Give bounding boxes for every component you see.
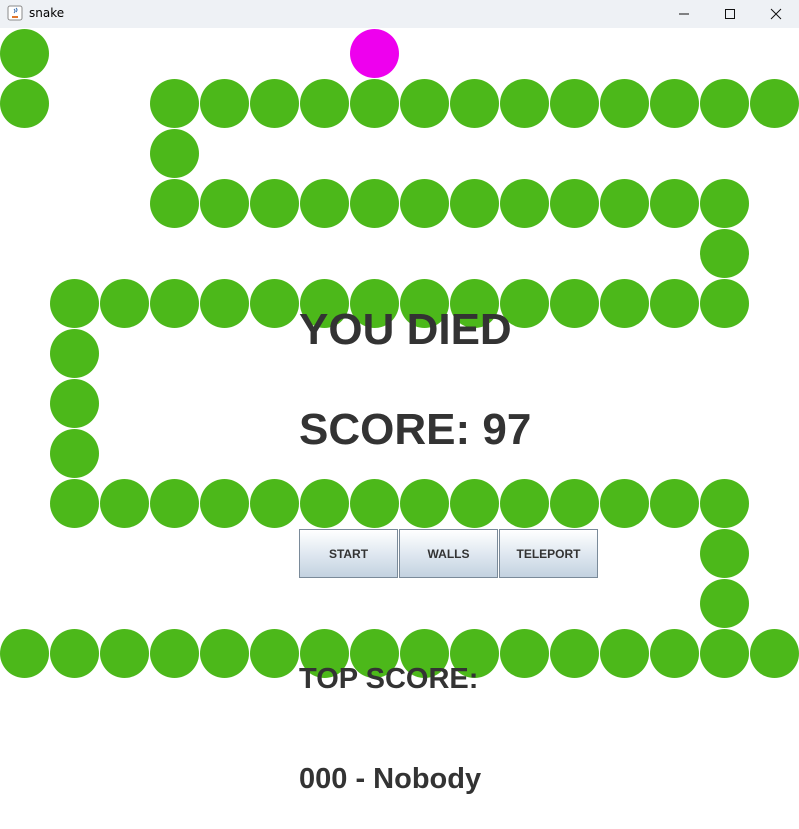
snake-segment	[700, 629, 749, 678]
snake-segment	[550, 279, 599, 328]
snake-segment	[250, 479, 299, 528]
food-pellet	[350, 29, 399, 78]
snake-segment	[750, 629, 799, 678]
snake-segment	[450, 179, 499, 228]
snake-segment	[0, 29, 49, 78]
snake-segment	[100, 479, 149, 528]
snake-segment	[450, 79, 499, 128]
snake-segment	[600, 479, 649, 528]
snake-segment	[350, 179, 399, 228]
snake-segment	[550, 179, 599, 228]
snake-segment	[600, 179, 649, 228]
snake-segment	[300, 179, 349, 228]
snake-segment	[700, 279, 749, 328]
snake-segment	[700, 179, 749, 228]
snake-segment	[50, 629, 99, 678]
close-icon	[770, 8, 782, 20]
snake-segment	[650, 179, 699, 228]
snake-segment	[200, 629, 249, 678]
snake-segment	[150, 279, 199, 328]
snake-segment	[150, 629, 199, 678]
game-over-message: YOU DIED	[299, 305, 512, 354]
snake-segment	[50, 479, 99, 528]
snake-segment	[650, 629, 699, 678]
snake-segment	[700, 79, 749, 128]
snake-segment	[50, 429, 99, 478]
snake-segment	[200, 479, 249, 528]
snake-segment	[0, 629, 49, 678]
snake-segment	[350, 479, 399, 528]
snake-segment	[500, 629, 549, 678]
snake-segment	[500, 479, 549, 528]
teleport-button[interactable]: TELEPORT	[499, 529, 598, 578]
snake-segment	[450, 479, 499, 528]
snake-segment	[250, 79, 299, 128]
snake-segment	[250, 279, 299, 328]
snake-segment	[700, 479, 749, 528]
snake-segment	[150, 79, 199, 128]
snake-segment	[350, 79, 399, 128]
snake-segment	[100, 279, 149, 328]
maximize-icon	[725, 9, 735, 19]
top-score-label: TOP SCORE:	[299, 663, 479, 695]
snake-segment	[250, 629, 299, 678]
snake-segment	[400, 479, 449, 528]
snake-segment	[550, 479, 599, 528]
window-title: snake	[29, 6, 65, 20]
snake-segment	[50, 379, 99, 428]
top-score-value: 000 - Nobody	[299, 763, 482, 795]
snake-segment	[700, 579, 749, 628]
snake-segment	[200, 79, 249, 128]
java-app-icon	[7, 5, 23, 21]
snake-segment	[600, 79, 649, 128]
snake-segment	[650, 479, 699, 528]
snake-segment	[400, 79, 449, 128]
maximize-button[interactable]	[707, 0, 753, 28]
minimize-button[interactable]	[661, 0, 707, 28]
walls-button[interactable]: WALLS	[399, 529, 498, 578]
snake-segment	[600, 279, 649, 328]
snake-segment	[500, 79, 549, 128]
snake-segment	[400, 179, 449, 228]
snake-segment	[700, 529, 749, 578]
snake-segment	[50, 329, 99, 378]
snake-segment	[150, 479, 199, 528]
snake-segment	[700, 229, 749, 278]
snake-segment	[100, 629, 149, 678]
snake-segment	[550, 629, 599, 678]
snake-segment	[300, 479, 349, 528]
snake-segment	[50, 279, 99, 328]
snake-segment	[200, 179, 249, 228]
snake-segment	[600, 629, 649, 678]
title-bar: snake	[0, 0, 799, 28]
snake-segment	[250, 179, 299, 228]
snake-segment	[650, 279, 699, 328]
score-display: SCORE: 97	[299, 405, 532, 454]
start-button[interactable]: START	[299, 529, 398, 578]
snake-segment	[150, 129, 199, 178]
snake-segment	[550, 79, 599, 128]
snake-segment	[650, 79, 699, 128]
snake-segment	[150, 179, 199, 228]
snake-segment	[500, 179, 549, 228]
snake-segment	[750, 79, 799, 128]
minimize-icon	[679, 13, 689, 15]
snake-segment	[300, 79, 349, 128]
close-button[interactable]	[753, 0, 799, 28]
snake-segment	[0, 79, 49, 128]
snake-segment	[200, 279, 249, 328]
